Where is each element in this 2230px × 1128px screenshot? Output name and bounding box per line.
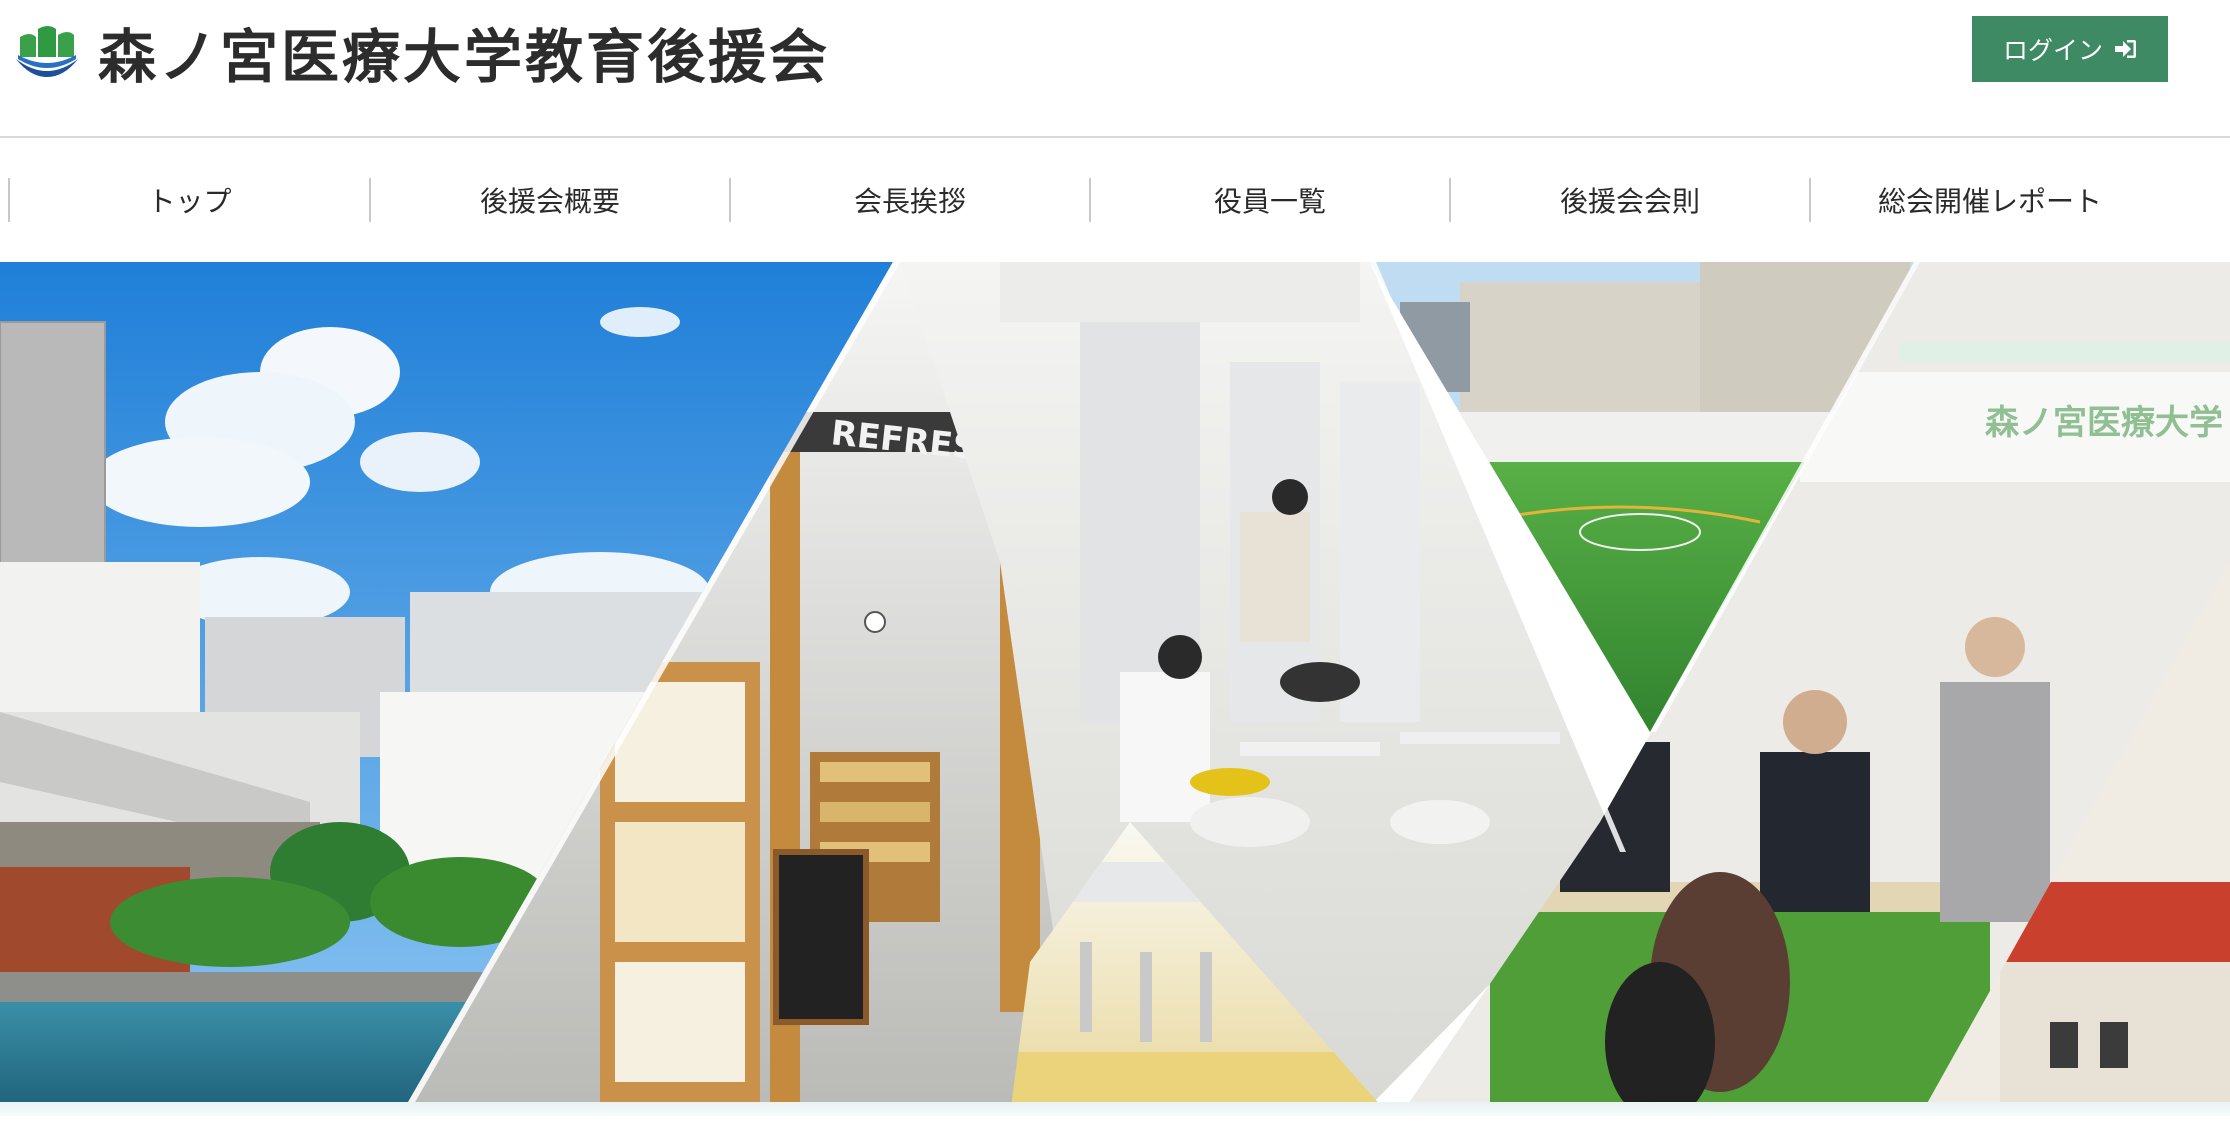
- nav-item-bylaws[interactable]: 後援会会則: [1449, 178, 1809, 222]
- login-label: ログイン: [2002, 36, 2103, 65]
- university-logo-icon: [16, 26, 78, 77]
- hero-image: REFRESH ZONE: [0, 262, 2230, 1116]
- site-header: 森ノ宮医療大学教育後援会 ログイン: [0, 0, 2230, 138]
- banner-text: 森ノ宮医療大学: [1985, 403, 2223, 443]
- sign-in-icon: [2113, 38, 2137, 60]
- nav-item-label: 後援会概要: [479, 185, 620, 218]
- site-title: 森ノ宮医療大学教育後援会: [98, 23, 831, 91]
- hero-bottom-strip: [0, 1102, 2230, 1116]
- nav-item-label: 後援会会則: [1559, 185, 1700, 218]
- nav-item-officers[interactable]: 役員一覧: [1089, 178, 1449, 222]
- login-button[interactable]: ログイン: [1972, 16, 2168, 82]
- nav-item-label: トップ: [147, 185, 232, 218]
- brand[interactable]: 森ノ宮医療大学教育後援会: [12, 10, 830, 94]
- main-nav: トップ 後援会概要 会長挨拶 役員一覧 後援会会則 総会開催レポート: [0, 138, 2230, 262]
- nav-item-greeting[interactable]: 会長挨拶: [729, 178, 1089, 222]
- nav-item-label: 会長挨拶: [853, 185, 966, 218]
- nav-item-label: 役員一覧: [1213, 185, 1326, 218]
- campus-collage-image: REFRESH ZONE: [0, 262, 2230, 1116]
- nav-item-overview[interactable]: 後援会概要: [369, 178, 729, 222]
- nav-item-report[interactable]: 総会開催レポート: [1809, 178, 2169, 222]
- nav-item-label: 総会開催レポート: [1877, 185, 2102, 218]
- nav-item-top[interactable]: トップ: [8, 178, 369, 222]
